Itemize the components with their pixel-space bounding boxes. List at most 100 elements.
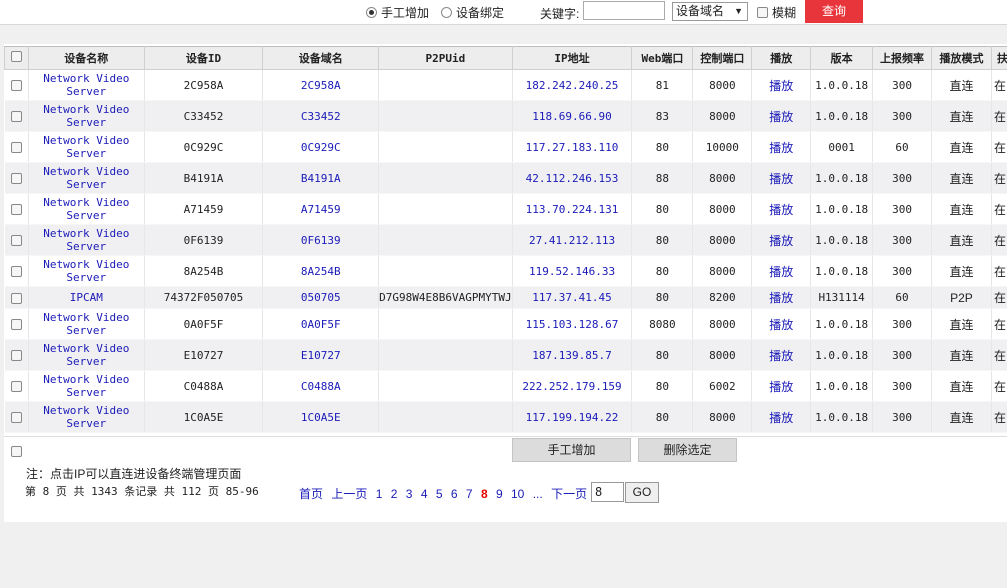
- go-button[interactable]: GO: [625, 482, 659, 503]
- checkbox-icon[interactable]: [757, 7, 768, 18]
- row-checkbox[interactable]: [10, 173, 22, 184]
- row-checkbox[interactable]: [10, 412, 22, 423]
- page-link[interactable]: 7: [466, 487, 473, 501]
- row-select[interactable]: [4, 370, 29, 402]
- row-select[interactable]: [4, 339, 29, 371]
- footer-select-checkbox[interactable]: [11, 446, 22, 457]
- cell-play-link[interactable]: 播放: [751, 370, 812, 402]
- page-link[interactable]: 4: [421, 487, 428, 501]
- cell-ip-link[interactable]: 187.139.85.7: [512, 339, 633, 371]
- page-link[interactable]: 9: [496, 487, 503, 501]
- cell-device-domain[interactable]: 2C958A: [262, 69, 380, 101]
- page-link[interactable]: 3: [406, 487, 413, 501]
- cell-ip-link[interactable]: 117.27.183.110: [512, 131, 633, 163]
- cell-device-domain[interactable]: 050705: [262, 286, 380, 309]
- row-select[interactable]: [4, 100, 29, 132]
- row-select[interactable]: [4, 162, 29, 194]
- delete-selected-button[interactable]: 删除选定: [638, 438, 737, 462]
- page-link[interactable]: 2: [391, 487, 398, 501]
- row-checkbox[interactable]: [10, 142, 22, 153]
- field-select[interactable]: 设备域名 ▼: [672, 2, 748, 21]
- row-checkbox[interactable]: [10, 204, 22, 215]
- cell-device-name[interactable]: Network Video Server: [28, 339, 145, 371]
- header-play[interactable]: 播放: [751, 46, 812, 70]
- cell-device-domain[interactable]: C33452: [262, 100, 380, 132]
- cell-ip-link[interactable]: 27.41.212.113: [512, 224, 633, 256]
- header-device-id[interactable]: 设备ID: [143, 46, 264, 70]
- keyword-input[interactable]: [583, 1, 665, 20]
- select-all-checkbox[interactable]: [10, 51, 22, 62]
- cell-device-name[interactable]: Network Video Server: [28, 224, 145, 256]
- page-number-input[interactable]: 8: [591, 482, 624, 502]
- cell-play-link[interactable]: 播放: [751, 401, 812, 433]
- cell-play-link[interactable]: 播放: [751, 224, 812, 256]
- row-checkbox[interactable]: [10, 235, 22, 246]
- page-link[interactable]: 1: [376, 487, 383, 501]
- row-select[interactable]: [4, 193, 29, 225]
- row-checkbox[interactable]: [10, 111, 22, 122]
- cell-device-name[interactable]: Network Video Server: [28, 100, 145, 132]
- cell-ip-link[interactable]: 119.52.146.33: [512, 255, 633, 287]
- cell-play-link[interactable]: 播放: [751, 131, 812, 163]
- cell-play-link[interactable]: 播放: [751, 100, 812, 132]
- header-device-name[interactable]: 设备名称: [27, 46, 145, 70]
- row-select[interactable]: [4, 224, 29, 256]
- cell-device-domain[interactable]: A71459: [262, 193, 380, 225]
- cell-device-name[interactable]: Network Video Server: [28, 370, 145, 402]
- cell-play-link[interactable]: 播放: [751, 162, 812, 194]
- row-checkbox[interactable]: [10, 350, 22, 361]
- row-select[interactable]: [4, 286, 29, 309]
- radio-device-bind[interactable]: 设备绑定: [441, 4, 504, 21]
- cell-play-link[interactable]: 播放: [751, 339, 812, 371]
- cell-device-domain[interactable]: 1C0A5E: [262, 401, 380, 433]
- cell-device-name[interactable]: Network Video Server: [28, 162, 145, 194]
- cell-device-name[interactable]: Network Video Server: [28, 193, 145, 225]
- fuzzy-checkbox[interactable]: 模糊: [757, 4, 796, 21]
- cell-device-name[interactable]: IPCAM: [28, 286, 145, 309]
- header-extra[interactable]: 扶: [990, 46, 1007, 70]
- row-checkbox[interactable]: [10, 381, 22, 392]
- cell-device-domain[interactable]: 0F6139: [262, 224, 380, 256]
- cell-ip-link[interactable]: 222.252.179.159: [512, 370, 633, 402]
- cell-device-name[interactable]: Network Video Server: [28, 131, 145, 163]
- cell-device-domain[interactable]: B4191A: [262, 162, 380, 194]
- first-page-link[interactable]: 首页: [299, 487, 323, 501]
- radio-checked-icon[interactable]: [366, 7, 377, 18]
- cell-play-link[interactable]: 播放: [751, 286, 812, 309]
- cell-play-link[interactable]: 播放: [751, 193, 812, 225]
- row-select[interactable]: [4, 69, 29, 101]
- page-link[interactable]: 6: [451, 487, 458, 501]
- cell-device-name[interactable]: Network Video Server: [28, 69, 145, 101]
- prev-page-link[interactable]: 上一页: [331, 487, 367, 501]
- cell-ip-link[interactable]: 117.199.194.22: [512, 401, 633, 433]
- cell-ip-link[interactable]: 117.37.41.45: [512, 286, 633, 309]
- radio-unchecked-icon[interactable]: [441, 7, 452, 18]
- cell-device-domain[interactable]: 8A254B: [262, 255, 380, 287]
- cell-device-domain[interactable]: 0A0F5F: [262, 308, 380, 340]
- cell-device-name[interactable]: Network Video Server: [28, 255, 145, 287]
- cell-device-domain[interactable]: 0C929C: [262, 131, 380, 163]
- page-link[interactable]: 5: [436, 487, 443, 501]
- cell-ip-link[interactable]: 42.112.246.153: [512, 162, 633, 194]
- header-ctrl-port[interactable]: 控制端口: [692, 46, 753, 70]
- cell-play-link[interactable]: 播放: [751, 255, 812, 287]
- cell-device-name[interactable]: Network Video Server: [28, 308, 145, 340]
- row-select[interactable]: [4, 308, 29, 340]
- header-report-freq[interactable]: 上报频率: [872, 46, 933, 70]
- cell-ip-link[interactable]: 115.103.128.67: [512, 308, 633, 340]
- row-checkbox[interactable]: [10, 292, 22, 304]
- cell-device-domain[interactable]: E10727: [262, 339, 380, 371]
- query-button[interactable]: 查询: [805, 0, 863, 23]
- row-checkbox[interactable]: [10, 80, 22, 91]
- header-web-port[interactable]: Web端口: [631, 46, 694, 70]
- next-page-link[interactable]: 下一页: [551, 487, 587, 501]
- header-ip[interactable]: IP地址: [511, 46, 633, 70]
- cell-ip-link[interactable]: 118.69.66.90: [512, 100, 633, 132]
- radio-manual-add[interactable]: 手工增加: [366, 4, 429, 21]
- header-version[interactable]: 版本: [810, 46, 874, 70]
- header-p2puid[interactable]: P2PUid: [378, 46, 513, 70]
- row-select[interactable]: [4, 255, 29, 287]
- cell-ip-link[interactable]: 182.242.240.25: [512, 69, 633, 101]
- cell-play-link[interactable]: 播放: [751, 308, 812, 340]
- header-play-mode[interactable]: 播放模式: [931, 46, 992, 70]
